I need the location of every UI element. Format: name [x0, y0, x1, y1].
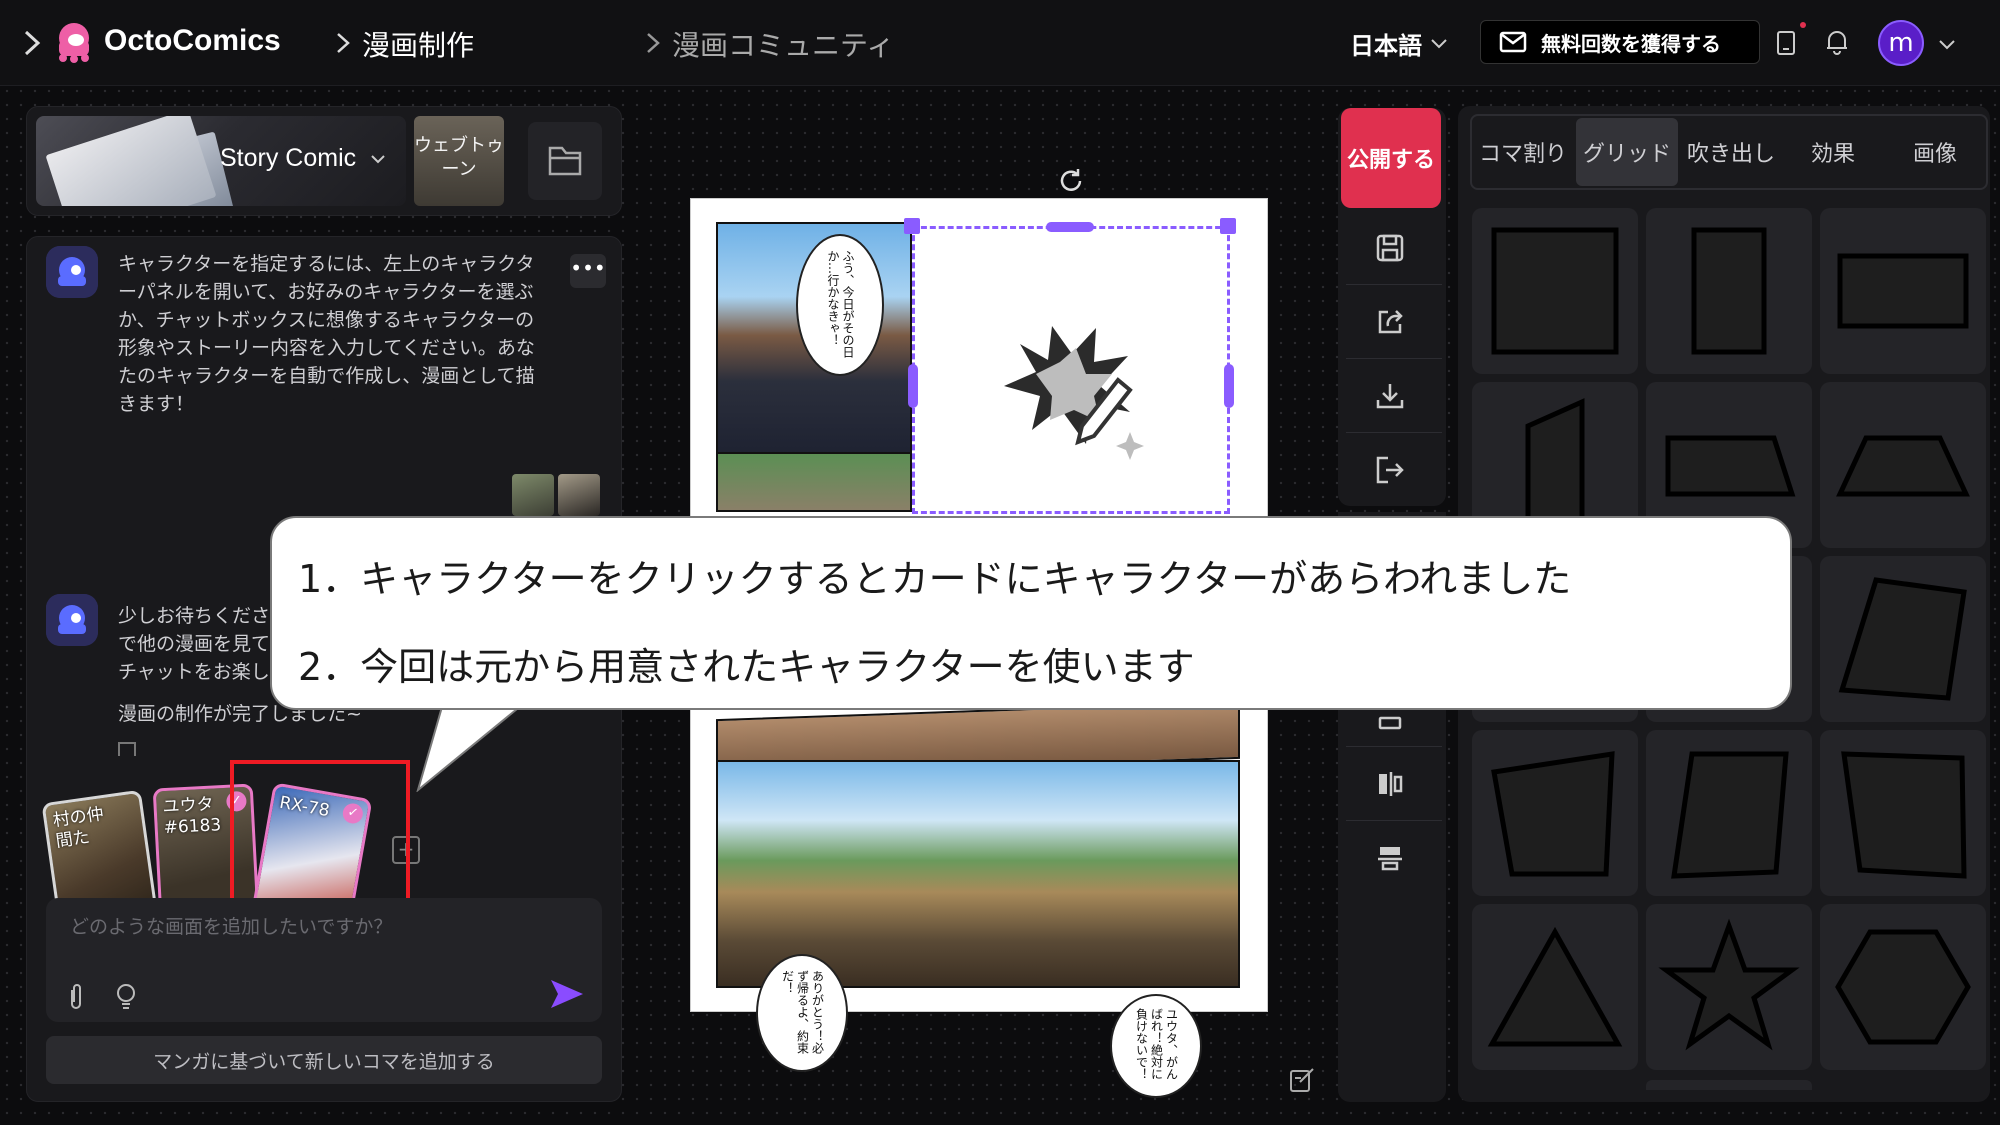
more-options-button[interactable]: •••: [570, 254, 606, 288]
download-icon[interactable]: [1360, 366, 1420, 426]
tab-image[interactable]: 画像: [1884, 116, 1986, 188]
align-horizontal-icon[interactable]: [1360, 828, 1420, 888]
chevron-down-icon: [1431, 38, 1447, 48]
get-free-credits-button[interactable]: 無料回数を獲得する: [1480, 20, 1760, 64]
resize-handle[interactable]: [1046, 222, 1094, 232]
nav-comic-create[interactable]: 漫画制作: [362, 24, 474, 64]
bot-message-line: で他の漫画を見て: [118, 633, 271, 655]
shape-square[interactable]: [1472, 208, 1638, 374]
user-avatar[interactable]: m: [1878, 20, 1924, 66]
shape-tall-rect[interactable]: [1646, 208, 1812, 374]
shape-trapezoid[interactable]: [1820, 382, 1986, 548]
bot-avatar: [46, 594, 98, 646]
webtoon-option[interactable]: ウェブトゥーン: [414, 116, 504, 206]
divider: [1346, 358, 1442, 359]
story-type-label: Story Comic: [220, 144, 357, 172]
callout-tail: [410, 699, 550, 793]
shape-irregular-2[interactable]: [1646, 730, 1812, 896]
bot-message-line: 少しお待ちくださ: [118, 605, 271, 627]
app-logo-text[interactable]: OctoComics: [104, 24, 281, 58]
octo-logo-icon[interactable]: [52, 20, 96, 64]
send-icon[interactable]: [548, 976, 586, 1012]
refresh-icon[interactable]: [1056, 166, 1086, 196]
bot-avatar: [46, 246, 98, 298]
shape-wide-rect[interactable]: [1820, 208, 1986, 374]
shape-triangle[interactable]: [1472, 904, 1638, 1070]
divider: [1346, 432, 1442, 433]
speech-bubble-text: ふう、今日がその日か…行かなきゃ！: [826, 250, 855, 358]
divider: [1346, 820, 1442, 821]
notification-dot: [1800, 22, 1806, 28]
speech-bubble[interactable]: ありがとう！必ず帰るよ、約束だ！: [756, 954, 848, 1072]
divider: [1346, 746, 1442, 747]
ai-generate-placeholder-icon[interactable]: [990, 304, 1150, 464]
character-thumb[interactable]: [558, 474, 600, 516]
tab-effects[interactable]: 効果: [1782, 116, 1884, 188]
shape-irregular-1[interactable]: [1472, 730, 1638, 896]
nav-comic-community[interactable]: 漫画コミュニティ: [672, 24, 894, 64]
language-select[interactable]: 日本語: [1350, 26, 1448, 61]
speech-bubble[interactable]: ユウタ、がんばれ！絶対に負けないで！: [1110, 994, 1202, 1098]
card-label: ユウタ#6183: [162, 794, 222, 839]
save-icon[interactable]: [1360, 218, 1420, 278]
tab-speech-bubble[interactable]: 吹き出し: [1680, 116, 1782, 188]
speech-bubble[interactable]: ふう、今日がその日か…行かなきゃ！: [796, 234, 884, 376]
speech-bubble-text: ユウタ、がんばれ！絶対に負けないで！: [1134, 1008, 1179, 1080]
bot-message: キャラクターを指定するには、左上のキャラクターパネルを開いて、お好みのキャラクタ…: [118, 253, 535, 415]
mail-icon: [1499, 31, 1527, 53]
annotation-callout: 1．キャラクターをクリックするとカードにキャラクターがあらわれました 2．今回は…: [270, 516, 1792, 710]
comic-panel-2[interactable]: [716, 452, 912, 512]
idea-bulb-icon[interactable]: [114, 982, 138, 1012]
attach-icon[interactable]: [64, 982, 88, 1012]
folder-icon: [548, 146, 582, 176]
bot-message-line: チャットをお楽し: [118, 661, 270, 683]
shape-irregular-3[interactable]: [1820, 730, 1986, 896]
callout-line-1: 1．キャラクターをクリックするとカードにキャラクターがあらわれました: [298, 557, 1572, 601]
shape-tilted-square[interactable]: [1820, 556, 1986, 722]
resize-handle[interactable]: [1220, 218, 1236, 234]
resize-handle[interactable]: [904, 218, 920, 234]
chevron-down-icon: [371, 154, 385, 163]
folder-button[interactable]: [528, 122, 602, 200]
nav-chevron-icon: [644, 28, 664, 58]
resize-handle[interactable]: [908, 364, 918, 408]
expand-chevron-icon[interactable]: [20, 28, 44, 58]
tab-grid[interactable]: グリッド: [1576, 118, 1678, 186]
prompt-placeholder: どのような画面を追加したいですか？: [70, 916, 393, 938]
share-icon[interactable]: [1360, 292, 1420, 352]
tab-panel-split[interactable]: コマ割り: [1472, 116, 1574, 188]
bell-icon[interactable]: [1824, 28, 1850, 56]
shape-star[interactable]: [1646, 904, 1812, 1070]
speech-bubble-text: ありがとう！必ず帰るよ、約束だ！: [780, 970, 825, 1054]
reward-label: 無料回数を獲得する: [1541, 31, 1721, 56]
language-label: 日本語: [1350, 32, 1422, 60]
edit-note-icon[interactable]: [1288, 1066, 1316, 1094]
card-label: 村の仲間た: [51, 804, 105, 852]
callout-line-2: 2．今回は元から用意されたキャラクターを使います: [298, 645, 1195, 689]
nav-chevron-icon: [334, 28, 354, 58]
exit-icon[interactable]: [1360, 440, 1420, 500]
resize-handle[interactable]: [1224, 364, 1234, 408]
character-thumb[interactable]: [512, 474, 554, 516]
account-chevron-down-icon[interactable]: [1938, 36, 1956, 50]
divider: [1346, 284, 1442, 285]
tablet-icon[interactable]: [1776, 30, 1796, 56]
publish-button[interactable]: 公開する: [1341, 108, 1441, 208]
shape-tabs: コマ割り グリッド 吹き出し 効果 画像: [1470, 114, 1988, 190]
scroll-hint: [1646, 1080, 1812, 1090]
copy-icon[interactable]: [118, 742, 136, 756]
add-panel-button[interactable]: マンガに基づいて新しいコマを追加する: [46, 1036, 602, 1084]
story-type-select[interactable]: Story Comic: [220, 144, 386, 173]
align-vertical-icon[interactable]: [1360, 754, 1420, 814]
shape-hexagon[interactable]: [1820, 904, 1986, 1070]
